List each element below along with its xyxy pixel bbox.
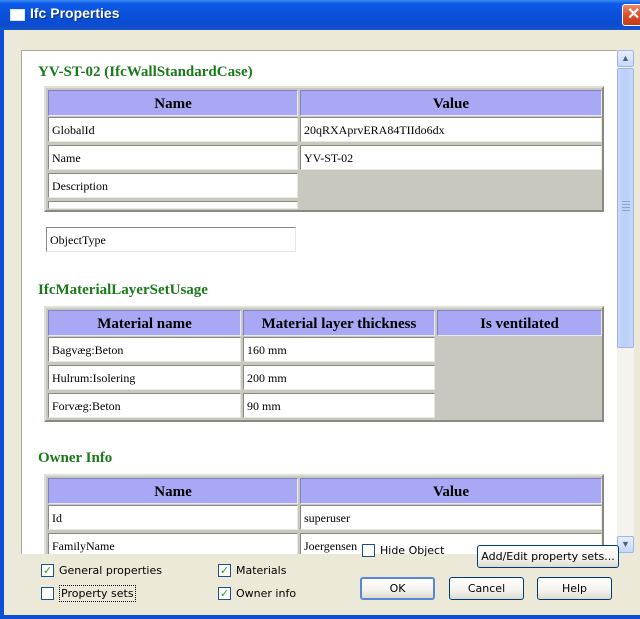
vertical-scrollbar[interactable]: ▲ ▼ — [617, 50, 634, 553]
element-properties-table: Name Value GlobalId 20qRXAprvERA84TIIdo6… — [44, 86, 604, 212]
property-sets-label: Property sets — [59, 585, 136, 602]
general-properties-label: General properties — [59, 564, 162, 577]
properties-content: YV-ST-02 (IfcWallStandardCase) Name Valu… — [21, 50, 618, 554]
scroll-up-button[interactable]: ▲ — [617, 50, 634, 67]
material-name-cell: Bagvæg:Beton — [48, 337, 241, 362]
add-edit-property-sets-button[interactable]: Add/Edit property sets... — [477, 545, 619, 568]
material-layers-table: Material name Material layer thickness I… — [44, 306, 604, 422]
scroll-down-button[interactable]: ▼ — [617, 536, 634, 553]
property-name-cell: Name — [48, 145, 298, 170]
layer-thickness-cell: 90 mm — [243, 393, 435, 418]
window-icon — [10, 9, 25, 21]
grip-line — [622, 207, 630, 208]
material-name-cell: Hulrum:Isolering — [48, 365, 241, 390]
close-icon: ✕ — [627, 6, 640, 23]
ifc-properties-window: Ifc Properties ✕ YV-ST-02 (IfcWallStanda… — [0, 0, 640, 619]
grip-line — [622, 210, 630, 211]
column-header-value: Value — [300, 90, 602, 116]
checkbox-box — [362, 544, 375, 557]
element-section-title: YV-ST-02 (IfcWallStandardCase) — [38, 64, 253, 80]
ok-button[interactable]: OK — [360, 577, 435, 600]
owner-info-label: Owner info — [236, 587, 297, 600]
checkbox-box — [41, 587, 54, 600]
materials-section-title: IfcMaterialLayerSetUsage — [38, 282, 208, 298]
checkmark-icon: ✓ — [41, 564, 54, 577]
owner-info-table: Name Value Id superuser FamilyName Joerg… — [44, 474, 604, 554]
column-header-material-name: Material name — [48, 310, 241, 336]
materials-label: Materials — [236, 564, 287, 577]
property-sets-checkbox[interactable]: Property sets — [41, 585, 171, 602]
materials-checkbox[interactable]: ✓ Materials — [218, 563, 318, 579]
property-name-cell: Description — [48, 173, 298, 198]
property-name-cell: GlobalId — [48, 117, 298, 142]
window-title: Ifc Properties — [30, 5, 120, 21]
grip-line — [622, 201, 630, 202]
dialog-client-area: YV-ST-02 (IfcWallStandardCase) Name Valu… — [4, 30, 640, 615]
checkmark-icon: ✓ — [218, 564, 231, 577]
property-value-cell: 20qRXAprvERA84TIIdo6dx — [300, 117, 602, 142]
column-header-name: Name — [48, 478, 298, 504]
column-header-value: Value — [300, 478, 602, 504]
column-header-name: Name — [48, 90, 298, 116]
owner-name-cell: Id — [48, 505, 298, 530]
close-button[interactable]: ✕ — [622, 4, 640, 26]
chevron-down-icon: ▼ — [621, 539, 630, 549]
property-name-cell: ObjectType — [46, 227, 296, 252]
cancel-button[interactable]: Cancel — [449, 577, 524, 600]
checkmark-icon: ✓ — [218, 587, 231, 600]
owner-value-cell: superuser — [300, 505, 602, 530]
general-properties-checkbox[interactable]: ✓ General properties — [41, 563, 191, 579]
owner-section-title: Owner Info — [38, 450, 113, 466]
scroll-thumb[interactable] — [617, 68, 634, 348]
help-button[interactable]: Help — [537, 577, 612, 600]
owner-name-cell: FamilyName — [48, 533, 298, 554]
property-value-cell: YV-ST-02 — [300, 145, 602, 170]
hide-object-checkbox[interactable]: Hide Object — [362, 543, 462, 559]
column-header-is-ventilated: Is ventilated — [437, 310, 602, 336]
hide-object-label: Hide Object — [380, 544, 445, 557]
column-header-layer-thickness: Material layer thickness — [243, 310, 435, 336]
layer-thickness-cell: 160 mm — [243, 337, 435, 362]
grip-line — [622, 204, 630, 205]
material-name-cell: Forvæg:Beton — [48, 393, 241, 418]
title-bar[interactable]: Ifc Properties ✕ — [0, 0, 640, 30]
property-name-cell — [48, 201, 298, 209]
owner-info-checkbox[interactable]: ✓ Owner info — [218, 586, 318, 602]
layer-thickness-cell: 200 mm — [243, 365, 435, 390]
chevron-up-icon: ▲ — [621, 53, 630, 63]
